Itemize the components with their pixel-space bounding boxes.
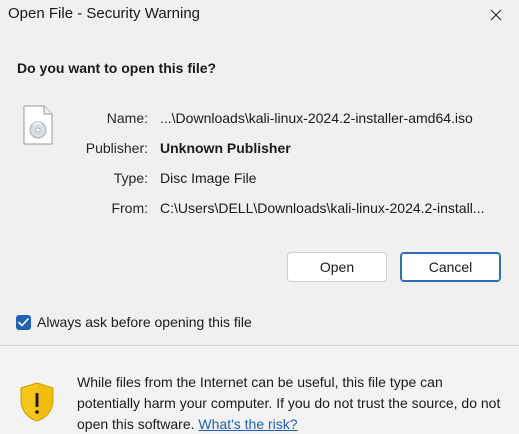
publisher-row: Publisher: Unknown Publisher xyxy=(0,140,519,160)
always-ask-checkbox[interactable] xyxy=(16,314,31,330)
title-bar: Open File - Security Warning xyxy=(0,0,519,30)
type-row: Type: Disc Image File xyxy=(0,170,519,190)
publisher-value: Unknown Publisher xyxy=(160,140,291,156)
always-ask-option[interactable]: Always ask before opening this file xyxy=(16,314,252,330)
type-value: Disc Image File xyxy=(160,170,257,186)
type-label: Type: xyxy=(113,170,148,186)
cancel-button[interactable]: Cancel xyxy=(400,252,501,282)
from-value: C:\Users\DELL\Downloads\kali-linux-2024.… xyxy=(160,200,485,216)
close-button[interactable] xyxy=(473,0,519,30)
dialog-question: Do you want to open this file? xyxy=(17,60,217,76)
whats-the-risk-link[interactable]: What's the risk? xyxy=(198,416,297,432)
window-title: Open File - Security Warning xyxy=(8,5,201,22)
file-name-value: ...\Downloads\kali-linux-2024.2-installe… xyxy=(160,110,473,126)
always-ask-label: Always ask before opening this file xyxy=(37,314,252,330)
checkmark-icon xyxy=(18,317,29,326)
from-label: From: xyxy=(111,200,148,216)
name-label: Name: xyxy=(106,110,148,126)
warning-shield-icon xyxy=(19,382,55,422)
file-name-row: Name: ...\Downloads\kali-linux-2024.2-in… xyxy=(0,110,519,130)
from-row: From: C:\Users\DELL\Downloads\kali-linux… xyxy=(0,200,519,220)
warning-message: While files from the Internet can be use… xyxy=(77,372,507,434)
publisher-label: Publisher: xyxy=(85,140,148,156)
close-icon xyxy=(490,9,502,21)
open-button[interactable]: Open xyxy=(287,252,387,282)
security-warning-dialog: Open File - Security Warning Do you want… xyxy=(0,0,519,434)
